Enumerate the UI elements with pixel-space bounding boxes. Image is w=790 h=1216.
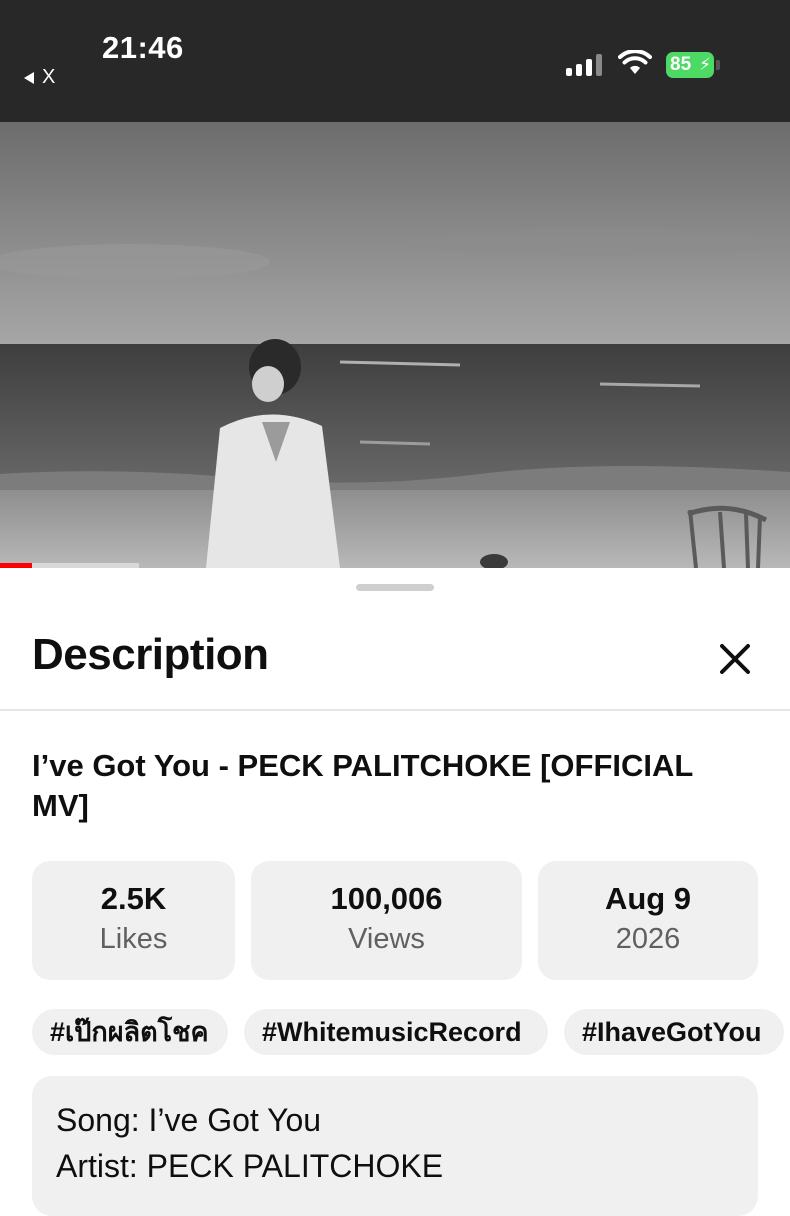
description-text-box: Song: I’ve Got You Artist: PECK PALITCHO… <box>32 1076 758 1216</box>
likes-count: 2.5K <box>100 881 167 916</box>
back-arrow-icon <box>24 71 34 84</box>
battery-nub <box>716 60 720 70</box>
clock: 21:46 <box>102 30 184 65</box>
upload-year: 2026 <box>615 923 681 955</box>
wifi-icon <box>618 50 652 74</box>
battery-level: 85 <box>670 54 692 75</box>
upload-date: Aug 9 <box>604 881 692 916</box>
description-line: Artist: PECK PALITCHOKE <box>56 1148 444 1184</box>
close-icon[interactable] <box>712 636 758 682</box>
views-count: 100,006 <box>330 881 443 916</box>
views-label: Views <box>348 923 425 955</box>
views-stat: 100,006 Views <box>251 861 522 980</box>
back-to-app-button[interactable]: X <box>24 66 55 89</box>
sheet-drag-handle[interactable] <box>356 584 434 591</box>
sheet-title: Description <box>32 630 269 679</box>
back-app-label: X <box>42 66 56 88</box>
battery-icon: 85 ⚡ <box>666 52 714 78</box>
video-frame <box>0 122 790 568</box>
hashtag-chip[interactable]: #IhaveGotYou <box>564 1009 784 1055</box>
hashtag-chip[interactable]: #เป๊กผลิตโชค <box>32 1009 228 1055</box>
description-line: Song: I’ve Got You <box>56 1102 322 1138</box>
video-title: I’ve Got You - PECK PALITCHOKE [OFFICIAL… <box>32 748 693 823</box>
signal-icon <box>566 54 602 76</box>
status-bar: X 21:46 85 ⚡ <box>0 0 790 122</box>
video-player[interactable] <box>0 122 790 568</box>
hashtag-chip[interactable]: #WhitemusicRecord <box>244 1009 548 1055</box>
divider <box>0 709 790 711</box>
description-sheet: Description I’ve Got You - PECK PALITCHO… <box>0 568 790 1216</box>
upload-date-stat: Aug 9 2026 <box>538 861 758 980</box>
charging-bolt-icon: ⚡ <box>699 55 711 74</box>
likes-label: Likes <box>99 923 168 955</box>
likes-stat: 2.5K Likes <box>32 861 235 980</box>
